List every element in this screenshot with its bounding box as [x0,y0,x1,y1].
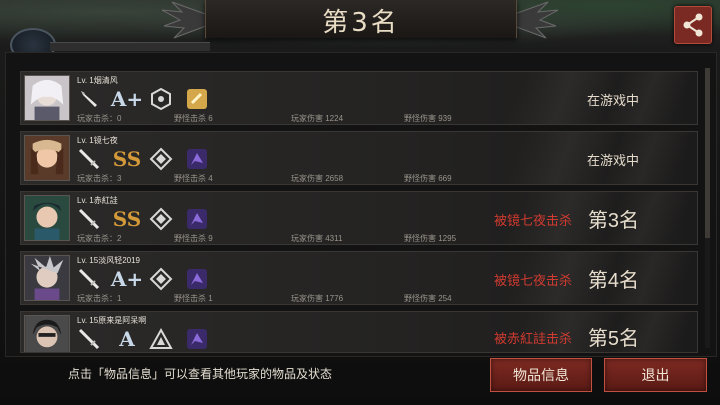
player-kills: 玩家击杀：3 [77,174,122,183]
rank-text: 第3名 [587,210,639,232]
sword-icon [78,328,100,350]
status-text: 在游戏中 [586,93,639,108]
rank-text: 第4名 [587,270,639,292]
sword-icon [78,268,100,290]
page-title: 第3名 [322,8,400,38]
player-damage: 玩家伤害 1776 [291,294,344,303]
item-info-button[interactable]: 物品信息 [490,358,592,392]
player-portrait [24,75,70,121]
gold-item-icon [187,89,207,109]
player-level-name: Lv. 15淡风轻2019 [77,256,140,265]
purple-item-icon [187,209,207,229]
sword-icon [78,148,100,170]
player-portrait [24,315,70,352]
grade-badge: A+ [110,87,144,111]
sword-icon [78,208,100,230]
player-kills: 玩家击杀：1 [77,294,122,303]
killed-by-text: 被镜七夜击杀 [493,213,572,228]
status-text: 在游戏中 [586,153,639,168]
player-damage: 玩家伤害 2658 [291,174,344,183]
player-row[interactable]: Lv. 15淡风轻2019 A+ 玩家击杀：1 野怪击杀 1 玩家伤害 1776… [20,251,698,305]
player-level-name: Lv. 1赤紅詿 [77,196,118,205]
grade-badge: A [119,327,135,351]
monster-damage: 野怪伤害 669 [404,174,452,183]
player-level-name: Lv. 1镜七夜 [77,136,118,145]
hexagon-rank-icon [151,87,171,111]
purple-item-icon [187,149,207,169]
diamond-rank-icon [149,267,173,291]
player-level-name: Lv. 15原来是阿呆啊 [77,316,147,325]
player-portrait [24,135,70,181]
knife-icon [81,91,97,107]
triangle-rank-icon [149,327,173,349]
title-banner: 第3名 [205,0,517,38]
player-damage: 玩家伤害 1224 [291,114,344,123]
player-damage: 玩家伤害 4311 [291,234,343,243]
player-row[interactable]: Lv. 1赤紅詿 SS 玩家击杀：2 野怪击杀 9 玩家伤害 4311 野怪伤害… [20,191,698,245]
scrollbar[interactable] [705,68,710,348]
monster-kills: 野怪击杀 6 [174,114,213,123]
hint-text: 点击「物品信息」可以查看其他玩家的物品及状态 [68,367,333,381]
monster-kills: 野怪击杀 4 [174,174,213,183]
grade-badge: A+ [110,267,144,291]
player-kills: 玩家击杀：0 [77,114,122,123]
player-row[interactable]: Lv. 1镜七夜 SS 玩家击杀：3 野怪击杀 4 玩家伤害 2658 野怪伤害… [20,131,698,185]
player-row[interactable]: Lv. 15原来是阿呆啊 A 被赤紅詿击杀 第5名 [20,311,698,353]
player-portrait [24,195,70,241]
exit-button[interactable]: 退出 [604,358,707,392]
self-status-bar [50,42,210,51]
killed-by-text: 被镜七夜击杀 [493,273,572,288]
player-row[interactable]: Lv. 1烟清风 A+ 玩家击杀：0 野怪击杀 6 玩家伤害 1224 野怪伤害… [20,71,698,125]
grade-badge: SS [112,147,142,171]
scrollbar-thumb[interactable] [705,68,710,238]
player-kills: 玩家击杀：2 [77,234,122,243]
monster-kills: 野怪击杀 1 [174,294,213,303]
purple-item-icon [187,329,207,349]
monster-damage: 野怪伤害 1295 [404,234,457,243]
monster-kills: 野怪击杀 9 [174,234,213,243]
diamond-rank-icon [149,147,173,171]
grade-badge: SS [112,207,142,231]
rank-text: 第5名 [587,328,639,350]
player-portrait [24,255,70,301]
monster-damage: 野怪伤害 939 [404,114,452,123]
share-button[interactable] [674,6,712,44]
player-level-name: Lv. 1烟清风 [77,76,118,85]
share-icon [683,13,703,37]
killed-by-text: 被赤紅詿击杀 [493,331,572,346]
purple-item-icon [187,269,207,289]
monster-damage: 野怪伤害 254 [404,294,452,303]
diamond-rank-icon [149,207,173,231]
